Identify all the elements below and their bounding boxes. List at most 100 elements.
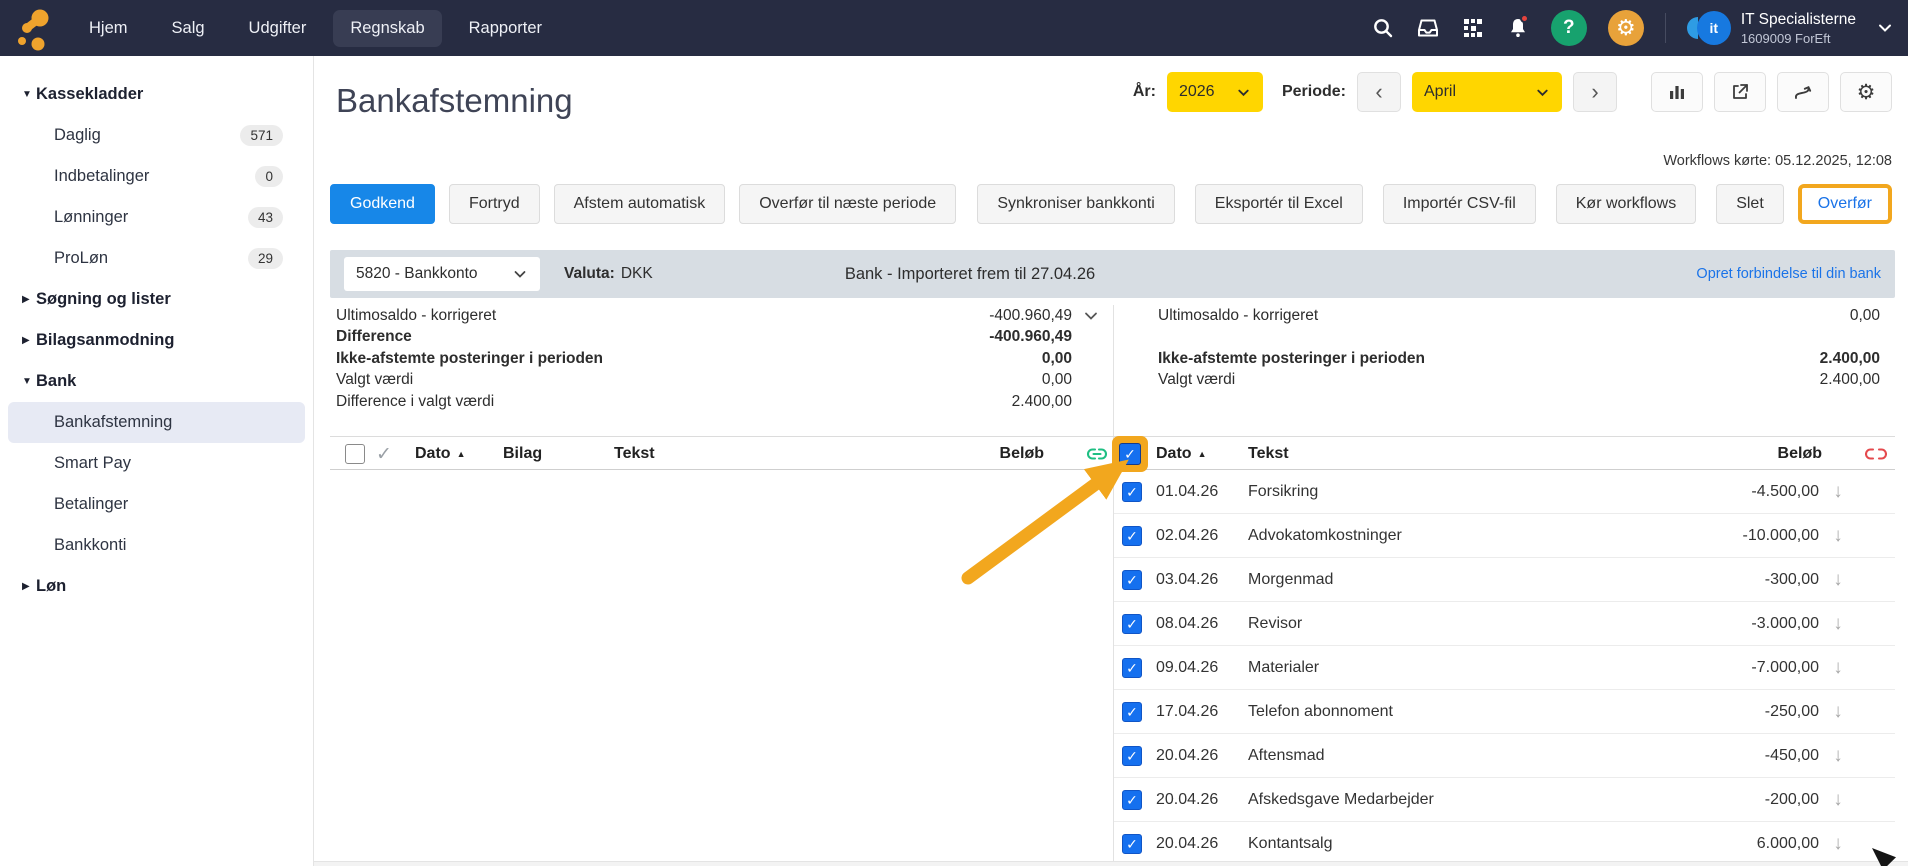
- chevron-left-icon: ‹: [1375, 79, 1382, 105]
- bank-account-select[interactable]: 5820 - Bankkonto: [344, 257, 540, 291]
- connect-bank-link[interactable]: Opret forbindelse til din bank: [1696, 266, 1881, 282]
- row-checkbox[interactable]: ✓: [1122, 834, 1142, 854]
- row-checkbox[interactable]: ✓: [1122, 570, 1142, 590]
- column-header-date-left[interactable]: Dato▲: [415, 437, 465, 471]
- nav-item-salg[interactable]: Salg: [155, 10, 222, 47]
- sidebar-item-lonninger[interactable]: Lønninger 43: [8, 197, 305, 238]
- move-down-icon[interactable]: ↓: [1825, 613, 1851, 635]
- main-menu: Hjem Salg Udgifter Regnskab Rapporter: [72, 10, 559, 47]
- inbox-icon[interactable]: [1416, 16, 1440, 40]
- settings-button[interactable]: ⚙: [1608, 10, 1644, 46]
- column-header-voucher[interactable]: Bilag: [503, 437, 542, 471]
- row-checkbox[interactable]: ✓: [1122, 790, 1142, 810]
- move-down-icon[interactable]: ↓: [1825, 789, 1851, 811]
- sidebar-group-sogning-og-lister[interactable]: ▶ Søgning og lister: [8, 279, 305, 320]
- nav-item-udgifter[interactable]: Udgifter: [232, 10, 324, 47]
- column-header-text-left[interactable]: Tekst: [614, 437, 655, 471]
- gear-icon: ⚙: [1857, 80, 1876, 105]
- undo-button[interactable]: Fortryd: [449, 184, 540, 224]
- notifications-bell-icon[interactable]: [1506, 16, 1530, 40]
- summary-collapse-toggle[interactable]: [1082, 307, 1100, 330]
- table-row[interactable]: ✓ 20.04.26 Aftensmad -450,00 ↓: [1114, 734, 1895, 778]
- unlinked-entries-icon[interactable]: [1865, 437, 1887, 471]
- row-date: 03.04.26: [1156, 571, 1248, 589]
- sidebar-item-bankkonti[interactable]: Bankkonti: [8, 525, 305, 566]
- table-row[interactable]: ✓ 08.04.26 Revisor -3.000,00 ↓: [1114, 602, 1895, 646]
- previous-period-button[interactable]: ‹: [1357, 72, 1401, 112]
- period-select[interactable]: April: [1412, 72, 1562, 112]
- sidebar-group-bilagsanmodning[interactable]: ▶ Bilagsanmodning: [8, 320, 305, 361]
- summary-row: Ikke-afstemte posteringer i perioden 2.4…: [1158, 348, 1880, 370]
- move-down-icon[interactable]: ↓: [1825, 701, 1851, 723]
- help-button[interactable]: ?: [1551, 10, 1587, 46]
- linked-entries-icon[interactable]: [1086, 437, 1108, 471]
- open-external-button[interactable]: [1714, 72, 1766, 112]
- horizontal-scrollbar[interactable]: [314, 861, 1908, 866]
- move-down-icon[interactable]: ↓: [1825, 657, 1851, 679]
- bar-chart-icon: [1667, 82, 1687, 102]
- transfer-button[interactable]: Overfør: [1798, 184, 1892, 224]
- nav-item-rapporter[interactable]: Rapporter: [452, 10, 559, 47]
- search-icon[interactable]: [1371, 16, 1395, 40]
- auto-reconcile-button[interactable]: Afstem automatisk: [554, 184, 726, 224]
- workflows-button[interactable]: [1777, 72, 1829, 112]
- sync-bank-accounts-button[interactable]: Synkroniser bankkonti: [977, 184, 1174, 224]
- summary-value: 2.400,00: [1820, 350, 1880, 368]
- table-row[interactable]: ✓ 20.04.26 Afskedsgave Medarbejder -200,…: [1114, 778, 1895, 822]
- sidebar-item-prolon[interactable]: ProLøn 29: [8, 238, 305, 279]
- nav-item-hjem[interactable]: Hjem: [72, 10, 145, 47]
- chevron-down-icon: [1876, 19, 1894, 37]
- move-down-icon[interactable]: ↓: [1825, 569, 1851, 591]
- year-select[interactable]: 2026: [1167, 72, 1263, 112]
- sidebar-item-indbetalinger[interactable]: Indbetalinger 0: [8, 156, 305, 197]
- next-period-button[interactable]: ›: [1573, 72, 1617, 112]
- account-switcher[interactable]: it IT Specialisterne 1609009 ForEft: [1687, 10, 1894, 46]
- column-header-date-right[interactable]: Dato▲: [1156, 437, 1206, 471]
- run-workflows-button[interactable]: Kør workflows: [1556, 184, 1696, 224]
- app-logo[interactable]: [0, 5, 66, 51]
- sidebar-group-kassekladder[interactable]: ▼ Kassekladder: [8, 74, 305, 115]
- move-down-icon[interactable]: ↓: [1825, 833, 1851, 855]
- notification-badge: [1520, 14, 1529, 23]
- mark-all-icon[interactable]: ✓: [376, 437, 392, 471]
- approve-button[interactable]: Godkend: [330, 184, 435, 224]
- apps-grid-icon[interactable]: [1461, 16, 1485, 40]
- chart-view-button[interactable]: [1651, 72, 1703, 112]
- table-settings-button[interactable]: ⚙: [1840, 72, 1892, 112]
- row-checkbox[interactable]: ✓: [1122, 658, 1142, 678]
- table-row[interactable]: ✓ 02.04.26 Advokatomkostninger -10.000,0…: [1114, 514, 1895, 558]
- row-checkbox[interactable]: ✓: [1122, 746, 1142, 766]
- column-header-amount-right[interactable]: Beløb: [1710, 437, 1822, 471]
- row-checkbox[interactable]: ✓: [1122, 526, 1142, 546]
- sidebar-group-bank[interactable]: ▼ Bank: [8, 361, 305, 402]
- sidebar-group-lon[interactable]: ▶ Løn: [8, 566, 305, 607]
- move-down-icon[interactable]: ↓: [1825, 481, 1851, 503]
- sidebar-item-daglig[interactable]: Daglig 571: [8, 115, 305, 156]
- help-icon: ?: [1563, 17, 1575, 39]
- select-all-right-checkbox[interactable]: ✓: [1119, 443, 1141, 465]
- table-row[interactable]: ✓ 20.04.26 Kontantsalg 6.000,00 ↓: [1114, 822, 1895, 866]
- summary-label: Ikke-afstemte posteringer i perioden: [1158, 350, 1425, 368]
- row-checkbox[interactable]: ✓: [1122, 702, 1142, 722]
- select-all-left-checkbox[interactable]: [345, 437, 365, 471]
- row-checkbox[interactable]: ✓: [1122, 482, 1142, 502]
- delete-button[interactable]: Slet: [1716, 184, 1784, 224]
- sidebar-item-betalinger[interactable]: Betalinger: [8, 484, 305, 525]
- export-excel-button[interactable]: Eksportér til Excel: [1195, 184, 1363, 224]
- nav-item-regnskab[interactable]: Regnskab: [333, 10, 441, 47]
- table-row[interactable]: ✓ 01.04.26 Forsikring -4.500,00 ↓: [1114, 470, 1895, 514]
- move-down-icon[interactable]: ↓: [1825, 525, 1851, 547]
- table-row[interactable]: ✓ 17.04.26 Telefon abonnoment -250,00 ↓: [1114, 690, 1895, 734]
- column-header-amount-left[interactable]: Beløb: [930, 437, 1044, 471]
- move-down-icon[interactable]: ↓: [1825, 745, 1851, 767]
- import-csv-button[interactable]: Importér CSV-fil: [1383, 184, 1536, 224]
- table-row[interactable]: ✓ 09.04.26 Materialer -7.000,00 ↓: [1114, 646, 1895, 690]
- column-header-text-right[interactable]: Tekst: [1248, 437, 1289, 471]
- transfer-next-period-button[interactable]: Overfør til næste periode: [739, 184, 956, 224]
- row-date: 08.04.26: [1156, 615, 1248, 633]
- row-checkbox[interactable]: ✓: [1122, 614, 1142, 634]
- count-badge: 43: [248, 207, 283, 228]
- table-row[interactable]: ✓ 03.04.26 Morgenmad -300,00 ↓: [1114, 558, 1895, 602]
- sidebar-item-smart-pay[interactable]: Smart Pay: [8, 443, 305, 484]
- sidebar-item-bankafstemning[interactable]: Bankafstemning: [8, 402, 305, 443]
